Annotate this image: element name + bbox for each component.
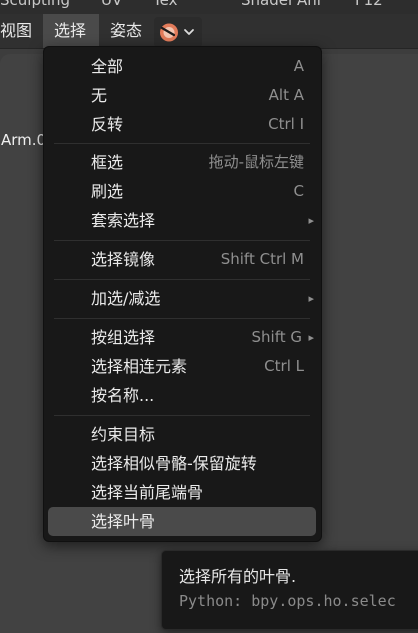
shortcut: C — [293, 182, 304, 200]
shortcut: Shift G — [251, 328, 303, 346]
tooltip-python: Python: bpy.ops.ho.selec — [179, 592, 396, 610]
submenu-arrow-icon: ▸ — [308, 331, 314, 344]
chevron-down-icon — [184, 29, 194, 35]
menu-item-select-linked[interactable]: 选择相连元素 Ctrl L — [48, 352, 316, 381]
tab-shader[interactable]: Shader — [241, 0, 294, 9]
menu-item-select-none[interactable]: 无 Alt A — [48, 81, 316, 110]
menu-separator — [54, 143, 310, 144]
viewport-header: 视图 选择 姿态 — [0, 14, 418, 49]
pose-menu[interactable]: 姿态 — [110, 14, 150, 48]
overlay-toggle-button[interactable] — [154, 17, 202, 48]
workspace-tabs: Sculpting UV Tex Shader Ani F12 — [0, 0, 418, 14]
menu-item-select-leaf-bones[interactable]: 选择叶骨 — [48, 507, 316, 536]
shortcut: Shift Ctrl M — [220, 250, 304, 268]
menu-item-invert[interactable]: 反转 Ctrl I — [48, 110, 316, 139]
tab-uv[interactable]: UV — [101, 0, 122, 9]
menu-item-select-grouped[interactable]: 按组选择 Shift G ▸ — [48, 323, 316, 352]
menu-item-box-select[interactable]: 框选 拖动-鼠标左键 — [48, 148, 316, 177]
submenu-arrow-icon: ▸ — [308, 292, 314, 305]
tab-texture[interactable]: Tex — [153, 0, 177, 9]
menu-separator — [54, 318, 310, 319]
select-menu[interactable]: 选择 — [43, 14, 99, 48]
shortcut: Ctrl L — [264, 357, 304, 375]
menu-item-select-by-name[interactable]: 按名称... — [48, 381, 316, 410]
blender-logo-icon — [160, 23, 194, 42]
menu-item-select-more-less[interactable]: 加选/减选 ▸ — [48, 284, 316, 313]
select-dropdown-menu: 全部 A 无 Alt A 反转 Ctrl I 框选 拖动-鼠标左键 刷选 C 套… — [43, 46, 322, 542]
tooltip: 选择所有的叶骨. Python: bpy.ops.ho.selec — [161, 550, 418, 630]
tab-animation[interactable]: Ani — [297, 0, 321, 9]
shortcut: 拖动-鼠标左键 — [208, 153, 304, 171]
view-menu[interactable]: 视图 — [0, 14, 38, 48]
menu-item-lasso-select[interactable]: 套索选择 ▸ — [48, 206, 316, 235]
menu-item-select-tail-bone[interactable]: 选择当前尾端骨 — [48, 478, 316, 507]
submenu-arrow-icon: ▸ — [308, 214, 314, 227]
tab-f12[interactable]: F12 — [355, 0, 383, 9]
menu-separator — [54, 240, 310, 241]
tab-sculpting[interactable]: Sculpting — [0, 0, 70, 9]
menu-separator — [54, 415, 310, 416]
menu-separator — [54, 279, 310, 280]
menu-item-select-similar-bones[interactable]: 选择相似骨骼-保留旋转 — [48, 449, 316, 478]
menu-item-constraint-target[interactable]: 约束目标 — [48, 420, 316, 449]
menu-item-select-mirror[interactable]: 选择镜像 Shift Ctrl M — [48, 245, 316, 274]
object-label: Arm.0 — [1, 131, 47, 149]
menu-item-select-all[interactable]: 全部 A — [48, 52, 316, 81]
menu-item-circle-select[interactable]: 刷选 C — [48, 177, 316, 206]
shortcut: Ctrl I — [268, 115, 304, 133]
tooltip-description: 选择所有的叶骨. — [179, 567, 297, 586]
shortcut: Alt A — [268, 86, 304, 104]
shortcut: A — [293, 57, 304, 75]
